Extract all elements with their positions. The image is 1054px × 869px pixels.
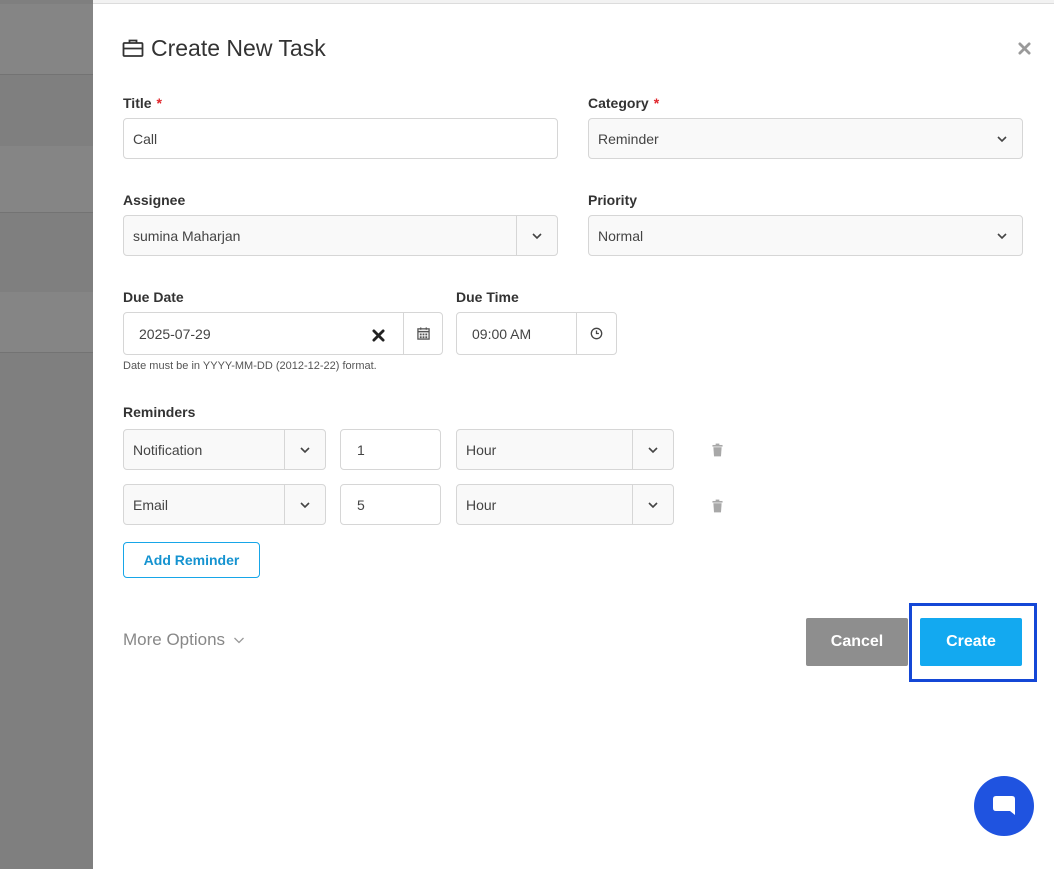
due-time-value: 09:00 AM <box>472 325 532 342</box>
clock-icon <box>590 327 603 340</box>
reminder-amount-value: 5 <box>357 497 365 513</box>
chat-widget-button[interactable] <box>974 776 1034 836</box>
backdrop-stripe <box>0 4 93 74</box>
delete-reminder-button[interactable] <box>707 495 727 517</box>
reminder-amount-input[interactable]: 5 <box>340 484 441 525</box>
reminder-type-dropdown-toggle[interactable] <box>284 430 325 469</box>
more-options-toggle[interactable]: More Options <box>123 630 245 650</box>
trash-icon <box>711 499 723 513</box>
modal-top-border <box>93 0 1054 4</box>
delete-reminder-button[interactable] <box>707 439 727 461</box>
backdrop-stripe <box>0 292 93 352</box>
reminder-type-select[interactable]: Email <box>123 484 326 525</box>
due-time-label: Due Time <box>456 289 519 305</box>
required-mark: * <box>653 95 660 111</box>
due-date-value: 2025-07-29 <box>139 325 211 342</box>
due-date-input[interactable]: 2025-07-29 <box>123 312 443 355</box>
reminder-amount-value: 1 <box>357 441 365 458</box>
category-select[interactable]: Reminder <box>588 118 1023 159</box>
chevron-down-icon <box>300 446 310 453</box>
reminder-unit-select[interactable]: Hour <box>456 429 674 470</box>
reminder-unit-value: Hour <box>466 496 497 513</box>
close-icon <box>1017 41 1031 55</box>
category-select-value: Reminder <box>598 130 659 147</box>
date-format-help: Date must be in YYYY-MM-DD (2012-12-22) … <box>123 360 377 372</box>
reminder-type-value: Email <box>133 496 169 513</box>
chevron-down-icon <box>532 232 542 239</box>
calendar-button[interactable] <box>403 313 442 354</box>
chevron-down-icon <box>996 135 1007 142</box>
reminder-unit-dropdown-toggle[interactable] <box>632 430 673 469</box>
chevron-down-icon <box>300 501 310 508</box>
clear-icon <box>371 328 385 342</box>
required-mark: * <box>156 95 162 111</box>
assignee-select-value: sumina Maharjan <box>133 227 241 244</box>
category-dropdown-toggle[interactable] <box>981 119 1022 158</box>
reminder-unit-value: Hour <box>466 441 497 458</box>
priority-dropdown-toggle[interactable] <box>981 216 1022 255</box>
cancel-button[interactable]: Cancel <box>806 618 908 666</box>
reminders-label: Reminders <box>123 404 196 420</box>
assignee-dropdown-toggle[interactable] <box>516 216 557 255</box>
add-reminder-button[interactable]: Add Reminder <box>123 542 260 578</box>
time-picker-button[interactable] <box>576 313 616 354</box>
chevron-down-icon <box>648 501 658 508</box>
title-input[interactable]: Call <box>123 118 558 159</box>
backdrop-stripe <box>0 146 93 212</box>
clear-date-button[interactable] <box>368 325 388 345</box>
reminder-unit-dropdown-toggle[interactable] <box>632 485 673 524</box>
title-input-value: Call <box>133 130 158 147</box>
calendar-icon <box>416 327 430 340</box>
priority-label: Priority <box>588 192 638 208</box>
reminder-amount-input[interactable]: 1 <box>340 429 441 470</box>
more-options-label: More Options <box>123 630 226 649</box>
assignee-select[interactable]: sumina Maharjan <box>123 215 558 256</box>
chevron-down-icon <box>996 232 1007 239</box>
backdrop-divider <box>0 352 93 353</box>
page-backdrop <box>0 0 93 869</box>
due-date-label: Due Date <box>123 289 184 305</box>
create-task-modal: Create New Task Title * Call Category * Re… <box>93 0 1054 869</box>
chat-icon <box>993 796 1015 815</box>
modal-header: Create New Task <box>121 33 326 63</box>
reminder-type-dropdown-toggle[interactable] <box>284 485 325 524</box>
chevron-down-icon <box>648 446 658 453</box>
close-button[interactable] <box>1014 38 1034 58</box>
reminder-type-select[interactable]: Notification <box>123 429 326 470</box>
backdrop-divider <box>0 74 93 75</box>
priority-select[interactable]: Normal <box>588 215 1023 256</box>
title-label: Title * <box>123 95 162 111</box>
category-label: Category * <box>588 95 660 111</box>
create-button[interactable]: Create <box>920 618 1022 666</box>
priority-select-value: Normal <box>598 227 644 244</box>
chevron-down-icon <box>234 637 245 644</box>
backdrop-divider <box>0 212 93 213</box>
briefcase-icon <box>122 39 144 57</box>
reminder-unit-select[interactable]: Hour <box>456 484 674 525</box>
assignee-label: Assignee <box>123 192 186 208</box>
reminder-type-value: Notification <box>133 441 203 458</box>
trash-icon <box>711 443 723 457</box>
modal-title: Create New Task <box>151 34 326 61</box>
